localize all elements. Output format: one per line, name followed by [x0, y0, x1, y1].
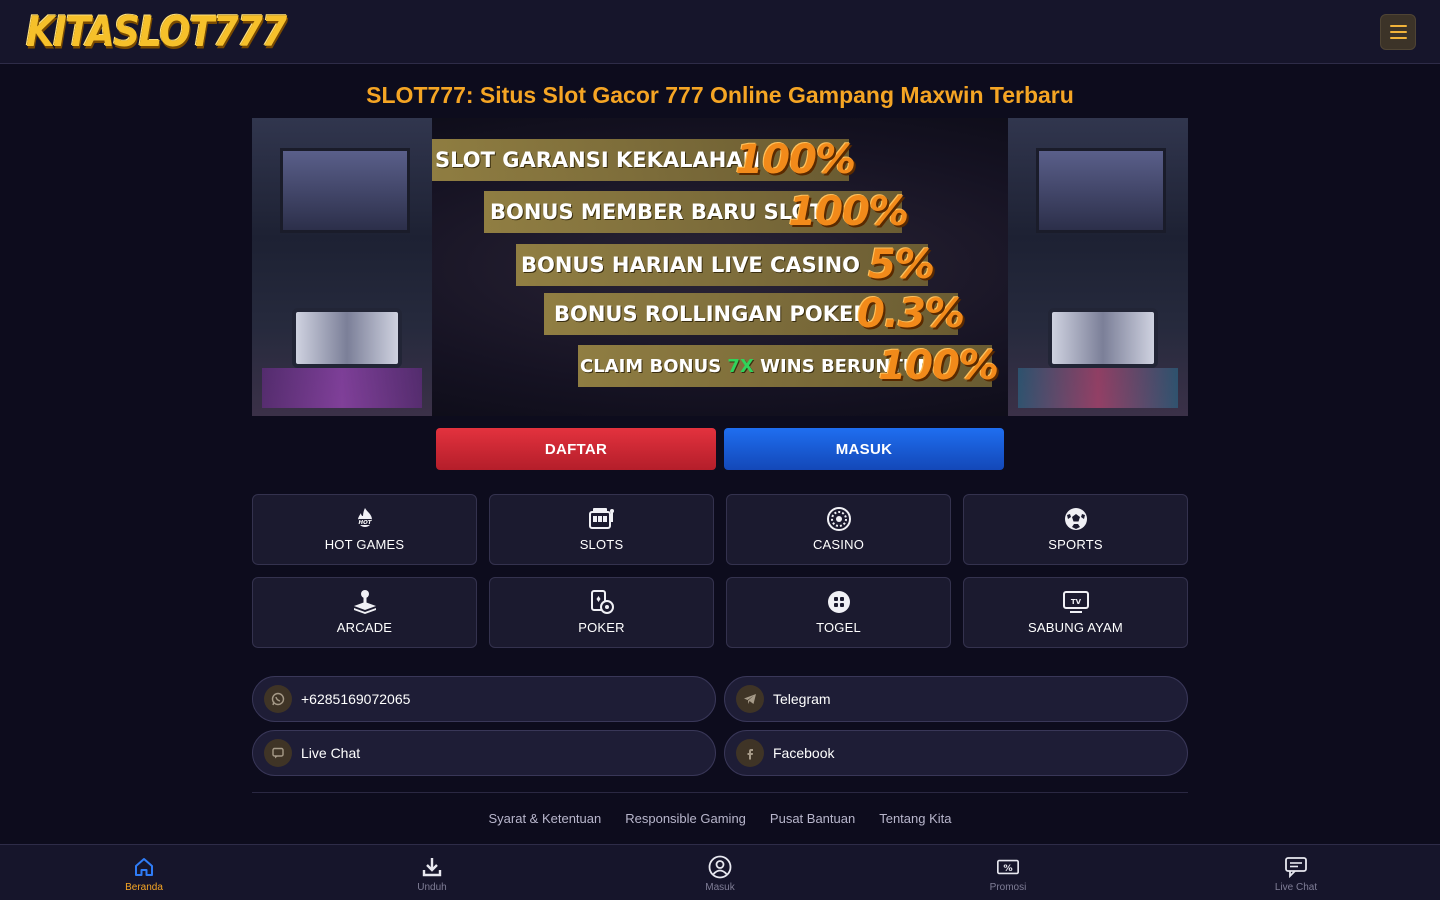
login-button[interactable]: MASUK — [724, 428, 1004, 470]
contact-telegram[interactable]: Telegram — [724, 676, 1188, 722]
nav-live-chat[interactable]: Live Chat — [1236, 845, 1356, 900]
game-category-casino[interactable]: CASINO — [726, 494, 951, 565]
contact-live-chat[interactable]: Live Chat — [252, 730, 716, 776]
site-logo[interactable]: KITASLOT777 — [26, 8, 287, 56]
poker-cards-icon — [588, 588, 616, 616]
footer-link-help-center[interactable]: Pusat Bantuan — [770, 811, 855, 826]
game-category-slots[interactable]: SLOTS — [489, 494, 714, 565]
lottery-dice-icon — [825, 588, 853, 616]
top-header: KITASLOT777 — [0, 0, 1440, 64]
game-category-hot-games[interactable]: HOT HOT GAMES — [252, 494, 477, 565]
nav-promotions[interactable]: % Promosi — [948, 845, 1068, 900]
banner-row: BONUS HARIAN LIVE CASINO 5% — [516, 242, 935, 288]
footer-link-terms[interactable]: Syarat & Ketentuan — [488, 811, 601, 826]
home-icon — [132, 855, 156, 879]
contact-whatsapp[interactable]: +6285169072065 — [252, 676, 716, 722]
banner-row: BONUS MEMBER BARU SLOT 100% — [484, 189, 909, 235]
nav-login[interactable]: Masuk — [660, 845, 780, 900]
telegram-icon — [736, 685, 764, 713]
facebook-icon — [736, 739, 764, 767]
promo-ticket-icon: % — [996, 855, 1020, 879]
page-title: SLOT777: Situs Slot Gacor 777 Online Gam… — [366, 82, 1074, 108]
hot-flame-icon: HOT — [351, 505, 379, 533]
nav-download[interactable]: Unduh — [372, 845, 492, 900]
svg-text:HOT: HOT — [358, 520, 372, 526]
footer-link-responsible-gaming[interactable]: Responsible Gaming — [625, 811, 746, 826]
promo-banner[interactable]: SLOT GARANSI KEKALAHAN 100% BONUS MEMBER… — [252, 118, 1188, 416]
bottom-navigation: Beranda Unduh Masuk % Promosi Live Chat — [0, 844, 1440, 900]
banner-row: SLOT GARANSI KEKALAHAN 100% — [432, 137, 856, 183]
game-category-sports[interactable]: SPORTS — [963, 494, 1188, 565]
slot-machine-icon — [588, 505, 616, 533]
hamburger-menu-button[interactable] — [1380, 14, 1416, 50]
user-circle-icon — [708, 855, 732, 879]
roulette-icon — [825, 505, 853, 533]
game-category-poker[interactable]: POKER — [489, 577, 714, 648]
hamburger-icon — [1389, 25, 1407, 27]
joystick-icon — [351, 588, 379, 616]
tv-icon: TV — [1062, 588, 1090, 616]
nav-home[interactable]: Beranda — [84, 845, 204, 900]
soccer-ball-icon — [1062, 505, 1090, 533]
svg-text:TV: TV — [1070, 598, 1081, 606]
footer-divider — [252, 792, 1188, 793]
game-category-arcade[interactable]: ARCADE — [252, 577, 477, 648]
download-icon — [420, 855, 444, 879]
banner-row: CLAIM BONUS 7X WINS BERUNTUN 100% — [578, 343, 999, 389]
contact-facebook[interactable]: Facebook — [724, 730, 1188, 776]
footer-links: Syarat & Ketentuan Responsible Gaming Pu… — [0, 811, 1440, 826]
banner-row: BONUS ROLLINGAN POKER 0.3% — [544, 291, 965, 337]
register-button[interactable]: DAFTAR — [436, 428, 716, 470]
footer-link-about[interactable]: Tentang Kita — [879, 811, 951, 826]
game-category-sabung-ayam[interactable]: TV SABUNG AYAM — [963, 577, 1188, 648]
chat-bubble-icon — [1284, 855, 1308, 879]
svg-text:%: % — [1003, 863, 1012, 874]
game-category-togel[interactable]: TOGEL — [726, 577, 951, 648]
chat-icon — [264, 739, 292, 767]
whatsapp-icon — [264, 685, 292, 713]
